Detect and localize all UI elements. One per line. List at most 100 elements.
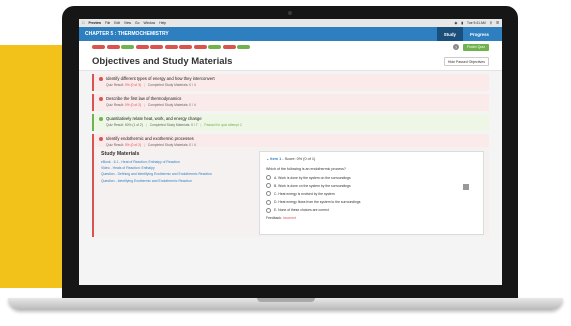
progress-segment xyxy=(150,45,163,49)
progress-segment xyxy=(193,45,207,49)
answer-option-label: B. Work is done on the system by the sur… xyxy=(274,183,351,188)
answer-option[interactable]: A. Work is done by the system on the sur… xyxy=(266,175,477,180)
camera-icon xyxy=(288,11,292,15)
answer-option[interactable]: B. Work is done on the system by the sur… xyxy=(266,183,477,189)
menu-icon[interactable]: ☰ xyxy=(496,21,499,25)
feedback-value: Incorrect xyxy=(282,215,296,220)
objective-item[interactable]: Quantitatively relate heat, work, and en… xyxy=(92,114,489,131)
hide-passed-button[interactable]: Hide Passed Objectives xyxy=(443,57,489,66)
wifi-icon[interactable]: ◉ xyxy=(454,21,457,25)
chapter-title: CHAPTER 5 : THERMOCHEMISTRY xyxy=(85,31,169,37)
answer-option[interactable]: C. Heat energy is evolved by the system xyxy=(266,191,477,197)
objective-text: Identify endothermic and exothermic proc… xyxy=(106,136,194,141)
progress-segment xyxy=(92,45,105,49)
chapter-header: CHAPTER 5 : THERMOCHEMISTRY Study Progre… xyxy=(79,27,502,41)
objectives-list: Identify different types of energy and h… xyxy=(79,74,502,147)
quiz-score: 50% (1 of 2) xyxy=(124,123,143,127)
item-header[interactable]: ⌄ Item 1 - Score: 0% (0 of 1) xyxy=(266,156,477,161)
menubar-clock: Tue 9:41 AM xyxy=(467,21,486,25)
answer-option-label: C. Heat energy is evolved by the system xyxy=(274,191,335,196)
study-link[interactable]: Question - Defining and Identifying Exot… xyxy=(101,172,251,176)
tab-progress[interactable]: Progress xyxy=(463,27,496,41)
progress-segment xyxy=(135,45,149,49)
menubar-item[interactable]: Help xyxy=(159,21,166,25)
progress-segments xyxy=(92,45,252,49)
study-link[interactable]: Question - Identifying Exothermic and En… xyxy=(101,179,251,183)
objective-item[interactable]: Describe the first law of thermodynamics… xyxy=(92,94,489,111)
search-icon[interactable]: ⚲ xyxy=(490,21,492,25)
pass-note: Passed for quiz attempt 2 xyxy=(204,123,242,127)
answer-option[interactable]: E. None of these choices are correct xyxy=(266,207,477,213)
status-dot-icon xyxy=(99,96,103,101)
chevron-down-icon: ⌄ xyxy=(266,157,270,161)
study-materials-title: Study Materials xyxy=(101,151,140,157)
quiz-result-label: Quiz Result: xyxy=(106,143,124,147)
quiz-result-label: Quiz Result: xyxy=(106,123,124,127)
menubar-items: Preview File Edit View Go Window Help xyxy=(88,21,169,25)
menubar-item[interactable]: Edit xyxy=(114,21,120,25)
page-title: Objectives and Study Materials xyxy=(92,56,233,67)
radio-icon[interactable] xyxy=(266,207,271,213)
menubar:  Preview File Edit View Go Window Help ◉ ▮ Tu… xyxy=(79,19,502,27)
question-card: ⌄ Item 1 - Score: 0% (0 of 1) Which of t… xyxy=(259,151,484,235)
quiz-progress-row: ? Finish Quiz xyxy=(79,41,502,53)
objective-meta: Quiz Result: 50% (1 of 2) | Completed Stud… xyxy=(106,123,242,127)
radio-icon[interactable] xyxy=(266,175,271,180)
item-label: Item 1 xyxy=(270,157,282,161)
menubar-item[interactable]: View xyxy=(124,21,131,25)
laptop-notch xyxy=(257,298,315,302)
title-row: Objectives and Study Materials Hide Pass… xyxy=(79,53,502,71)
study-materials: Study Materials eBook - 6.1 - Heat of Re… xyxy=(101,151,251,237)
progress-segment xyxy=(237,45,250,49)
study-link[interactable]: eBook - 6.1 - Heat of Reaction; Enthalpy… xyxy=(101,160,251,164)
laptop-screen:  Preview File Edit View Go Window Help ◉ ▮ Tu… xyxy=(79,19,502,285)
materials-count: Completed Study Materials: 0 / 7 xyxy=(149,123,198,127)
finish-quiz-button[interactable]: Finish Quiz xyxy=(463,43,489,51)
objective-meta: Quiz Result: 0% (0 of 3) | Completed Study… xyxy=(106,83,196,87)
radio-icon[interactable] xyxy=(266,191,271,197)
study-panel: Study Materials eBook - 6.1 - Heat of Re… xyxy=(92,147,489,237)
menubar-item[interactable]: Window xyxy=(143,21,155,25)
progress-segment xyxy=(179,45,192,49)
materials-count: Completed Study Materials: 0 / 4 xyxy=(147,143,196,147)
menubar-item[interactable]: Preview xyxy=(88,21,100,25)
progress-segment xyxy=(208,45,221,49)
battery-icon[interactable]: ▮ xyxy=(461,21,463,25)
objective-item[interactable]: Identify different types of energy and h… xyxy=(92,74,489,91)
menubar-item[interactable]: File xyxy=(105,21,110,25)
apple-logo-icon[interactable]:  xyxy=(82,21,84,25)
status-dot-icon xyxy=(99,136,103,141)
quiz-result-label: Quiz Result: xyxy=(106,103,124,107)
study-link[interactable]: Video - Heats of Reaction: Enthalpy xyxy=(101,166,251,170)
radio-icon[interactable] xyxy=(266,199,271,205)
quiz-result-label: Quiz Result: xyxy=(106,83,124,87)
progress-segment xyxy=(222,45,236,49)
radio-icon[interactable] xyxy=(266,183,271,189)
selection-marker-icon xyxy=(463,184,469,190)
answer-option-label: E. None of these choices are correct xyxy=(274,208,329,213)
materials-count: Completed Study Materials: 0 / 4 xyxy=(147,83,196,87)
question-mark-icon[interactable]: ? xyxy=(453,44,460,50)
feedback-label: Feedback: xyxy=(266,215,282,220)
quiz-score: 0% (0 of 2) xyxy=(124,143,142,147)
progress-segment xyxy=(106,45,120,49)
status-dot-icon xyxy=(99,76,103,81)
menubar-item[interactable]: Go xyxy=(135,21,139,25)
materials-count: Completed Study Materials: 0 / 4 xyxy=(147,103,196,107)
tab-study[interactable]: Study xyxy=(436,27,463,41)
answer-option-label: D. Heat energy flows from the system to … xyxy=(274,200,361,205)
objective-item[interactable]: Identify endothermic and exothermic proc… xyxy=(92,134,489,147)
status-dot-icon xyxy=(99,116,103,121)
answer-option-label: A. Work is done by the system on the sur… xyxy=(274,175,351,180)
feedback: Feedback: Incorrect xyxy=(266,216,477,220)
objective-text: Identify different types of energy and h… xyxy=(106,76,215,81)
question-text: Which of the following is an endothermic… xyxy=(266,167,346,171)
objective-text: Describe the first law of thermodynamics xyxy=(106,96,182,101)
answer-option[interactable]: D. Heat energy flows from the system to … xyxy=(266,199,477,205)
progress-segment xyxy=(121,45,134,49)
quiz-score: 0% (0 of 2) xyxy=(124,103,142,107)
item-score: - Score: 0% (0 of 1) xyxy=(282,157,316,161)
progress-segment xyxy=(164,45,178,49)
objective-text: Quantitatively relate heat, work, and en… xyxy=(106,116,202,121)
objective-meta: Quiz Result: 0% (0 of 2) | Completed Study… xyxy=(106,103,196,107)
